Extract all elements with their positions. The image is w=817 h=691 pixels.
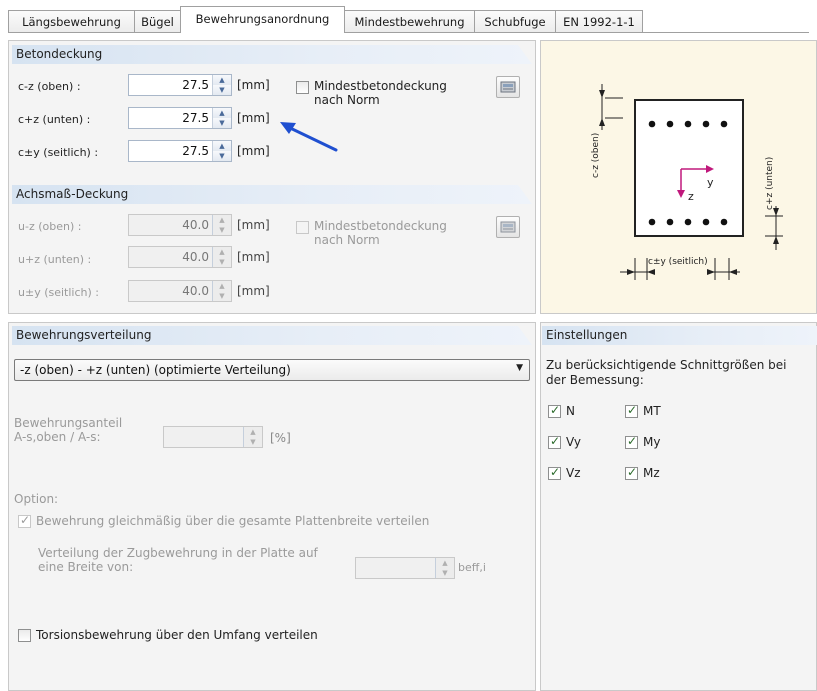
c-pm-y-label: c±y (seitlich) :: [18, 146, 99, 159]
spin-down-icon[interactable]: ▼: [436, 568, 454, 578]
u-pm-y-stepper[interactable]: 40.0 ▲ ▼: [128, 280, 232, 302]
u-plus-z-label: u+z (unten) :: [18, 253, 92, 266]
tab-buegel[interactable]: Bügel: [134, 10, 181, 32]
vz-checkbox[interactable]: ✓: [548, 465, 561, 480]
u-pm-y-value[interactable]: 40.0: [182, 281, 209, 301]
u-plus-z-value[interactable]: 40.0: [182, 247, 209, 267]
gleichmaessig-checkbox[interactable]: ✓: [18, 513, 31, 528]
verteilung-dropdown-value: -z (oben) - +z (unten) (optimierte Verte…: [20, 363, 291, 377]
zug-label-1: Verteilung der Zugbewehrung in der Platt…: [38, 546, 318, 560]
anteil-unit: [%]: [270, 431, 291, 445]
u-plus-z-unit: [mm]: [237, 250, 270, 264]
einstellungen-desc-2: der Bemessung:: [546, 373, 644, 387]
mindestbetondeckung-label-1: Mindestbetondeckung: [314, 79, 447, 93]
vy-label: Vy: [566, 435, 581, 449]
c-minus-z-unit: [mm]: [237, 78, 270, 92]
annotation-arrow-icon: [280, 122, 338, 152]
cross-section-diagram: y z c-z (oben) c+z (unten) c±y (seitlich…: [591, 84, 783, 280]
c-minus-z-label: c-z (oben) :: [18, 80, 81, 93]
achsmass-header: Achsmaß-Deckung: [12, 185, 532, 204]
mz-checkbox[interactable]: ✓: [625, 465, 638, 480]
betondeckung-header: Betondeckung: [12, 45, 532, 64]
torsion-checkbox[interactable]: [18, 629, 31, 642]
achsmass-mindestbetondeckung-label-2: nach Norm: [314, 233, 380, 247]
axis-z-label: z: [688, 190, 694, 203]
c-pm-y-stepper[interactable]: 27.5 ▲ ▼: [128, 140, 232, 162]
deckung-panel: [8, 40, 536, 314]
c-pm-y-value[interactable]: 27.5: [182, 141, 209, 161]
tab-bar: Längsbewehrung Bügel Bewehrungsanordnung…: [0, 0, 817, 33]
einstellungen-desc-1: Zu berücksichtigende Schnittgrößen bei: [546, 358, 787, 372]
option-label: Option:: [14, 492, 59, 506]
beff-unit: beff,i: [458, 561, 486, 574]
mt-label: MT: [643, 404, 661, 418]
vz-label: Vz: [566, 466, 581, 480]
spin-down-icon[interactable]: ▼: [213, 291, 231, 301]
u-pm-y-unit: [mm]: [237, 284, 270, 298]
my-checkbox[interactable]: ✓: [625, 434, 638, 449]
c-pm-y-unit: [mm]: [237, 144, 270, 158]
u-pm-y-label: u±y (seitlich) :: [18, 286, 99, 299]
betondeckung-title: Betondeckung: [16, 47, 103, 61]
tab-divider: [8, 32, 809, 33]
axis-y-label: y: [707, 176, 714, 189]
achsmass-title: Achsmaß-Deckung: [16, 187, 129, 201]
c-minus-z-value[interactable]: 27.5: [182, 75, 209, 95]
c-plus-z-value[interactable]: 27.5: [182, 108, 209, 128]
beff-stepper[interactable]: ▲ ▼: [355, 557, 455, 579]
einstellungen-title: Einstellungen: [546, 328, 628, 342]
spin-down-icon[interactable]: ▼: [213, 225, 231, 235]
dropdown-arrow-icon[interactable]: ▼: [516, 363, 523, 373]
vy-checkbox[interactable]: ✓: [548, 434, 561, 449]
my-label: My: [643, 435, 661, 449]
c-plus-z-stepper[interactable]: 27.5 ▲ ▼: [128, 107, 232, 129]
c-minus-z-stepper[interactable]: 27.5 ▲ ▼: [128, 74, 232, 96]
einstellungen-header: Einstellungen: [542, 326, 817, 345]
tab-en-1992-1-1[interactable]: EN 1992-1-1: [555, 10, 643, 32]
c-plus-z-label: c+z (unten) :: [18, 113, 91, 126]
n-checkbox[interactable]: ✓: [548, 403, 561, 418]
beam-outline: [634, 99, 744, 237]
achsmass-mindestbetondeckung-label-1: Mindestbetondeckung: [314, 219, 447, 233]
tab-laengsbewehrung[interactable]: Längsbewehrung: [8, 10, 135, 32]
n-label: N: [566, 404, 575, 418]
verteilung-title: Bewehrungsverteilung: [16, 328, 152, 342]
anteil-stepper[interactable]: ▲ ▼: [163, 426, 263, 448]
mindestbetondeckung-label-2: nach Norm: [314, 93, 380, 107]
mindestbetondeckung-checkbox[interactable]: [296, 81, 309, 94]
spin-down-icon[interactable]: ▼: [213, 85, 231, 95]
database-icon: [500, 81, 516, 93]
mt-checkbox[interactable]: ✓: [625, 403, 638, 418]
u-minus-z-label: u-z (oben) :: [18, 220, 82, 233]
anteil-label-1: Bewehrungsanteil: [14, 416, 123, 430]
achsmass-norm-settings-button[interactable]: [496, 216, 520, 238]
torsion-label: Torsionsbewehrung über den Umfang vertei…: [36, 628, 318, 642]
mz-label: Mz: [643, 466, 660, 480]
u-plus-z-stepper[interactable]: 40.0 ▲ ▼: [128, 246, 232, 268]
u-minus-z-value[interactable]: 40.0: [182, 215, 209, 235]
c-bottom-label: c+z (unten): [765, 157, 775, 210]
zug-label-2: eine Breite von:: [38, 560, 134, 574]
database-icon: [500, 221, 516, 233]
spin-down-icon[interactable]: ▼: [244, 437, 262, 447]
gleichmaessig-label: Bewehrung gleichmäßig über die gesamte P…: [36, 514, 430, 528]
spin-down-icon[interactable]: ▼: [213, 151, 231, 161]
norm-settings-button[interactable]: [496, 76, 520, 98]
tab-bewehrungsanordnung[interactable]: Bewehrungsanordnung: [180, 6, 345, 33]
tab-schubfuge[interactable]: Schubfuge: [474, 10, 556, 32]
u-minus-z-unit: [mm]: [237, 218, 270, 232]
achsmass-mindestbetondeckung-checkbox[interactable]: [296, 221, 309, 234]
u-minus-z-stepper[interactable]: 40.0 ▲ ▼: [128, 214, 232, 236]
spin-down-icon[interactable]: ▼: [213, 118, 231, 128]
spin-down-icon[interactable]: ▼: [213, 257, 231, 267]
anteil-label-2: A-s,oben / A-s:: [14, 430, 101, 444]
verteilung-dropdown[interactable]: -z (oben) - +z (unten) (optimierte Verte…: [14, 359, 530, 381]
c-plus-z-unit: [mm]: [237, 111, 270, 125]
verteilung-header: Bewehrungsverteilung: [12, 326, 532, 345]
tab-mindestbewehrung[interactable]: Mindestbewehrung: [344, 10, 475, 32]
c-top-label: c-z (oben): [591, 133, 601, 178]
c-side-label: c±y (seitlich): [648, 257, 708, 267]
